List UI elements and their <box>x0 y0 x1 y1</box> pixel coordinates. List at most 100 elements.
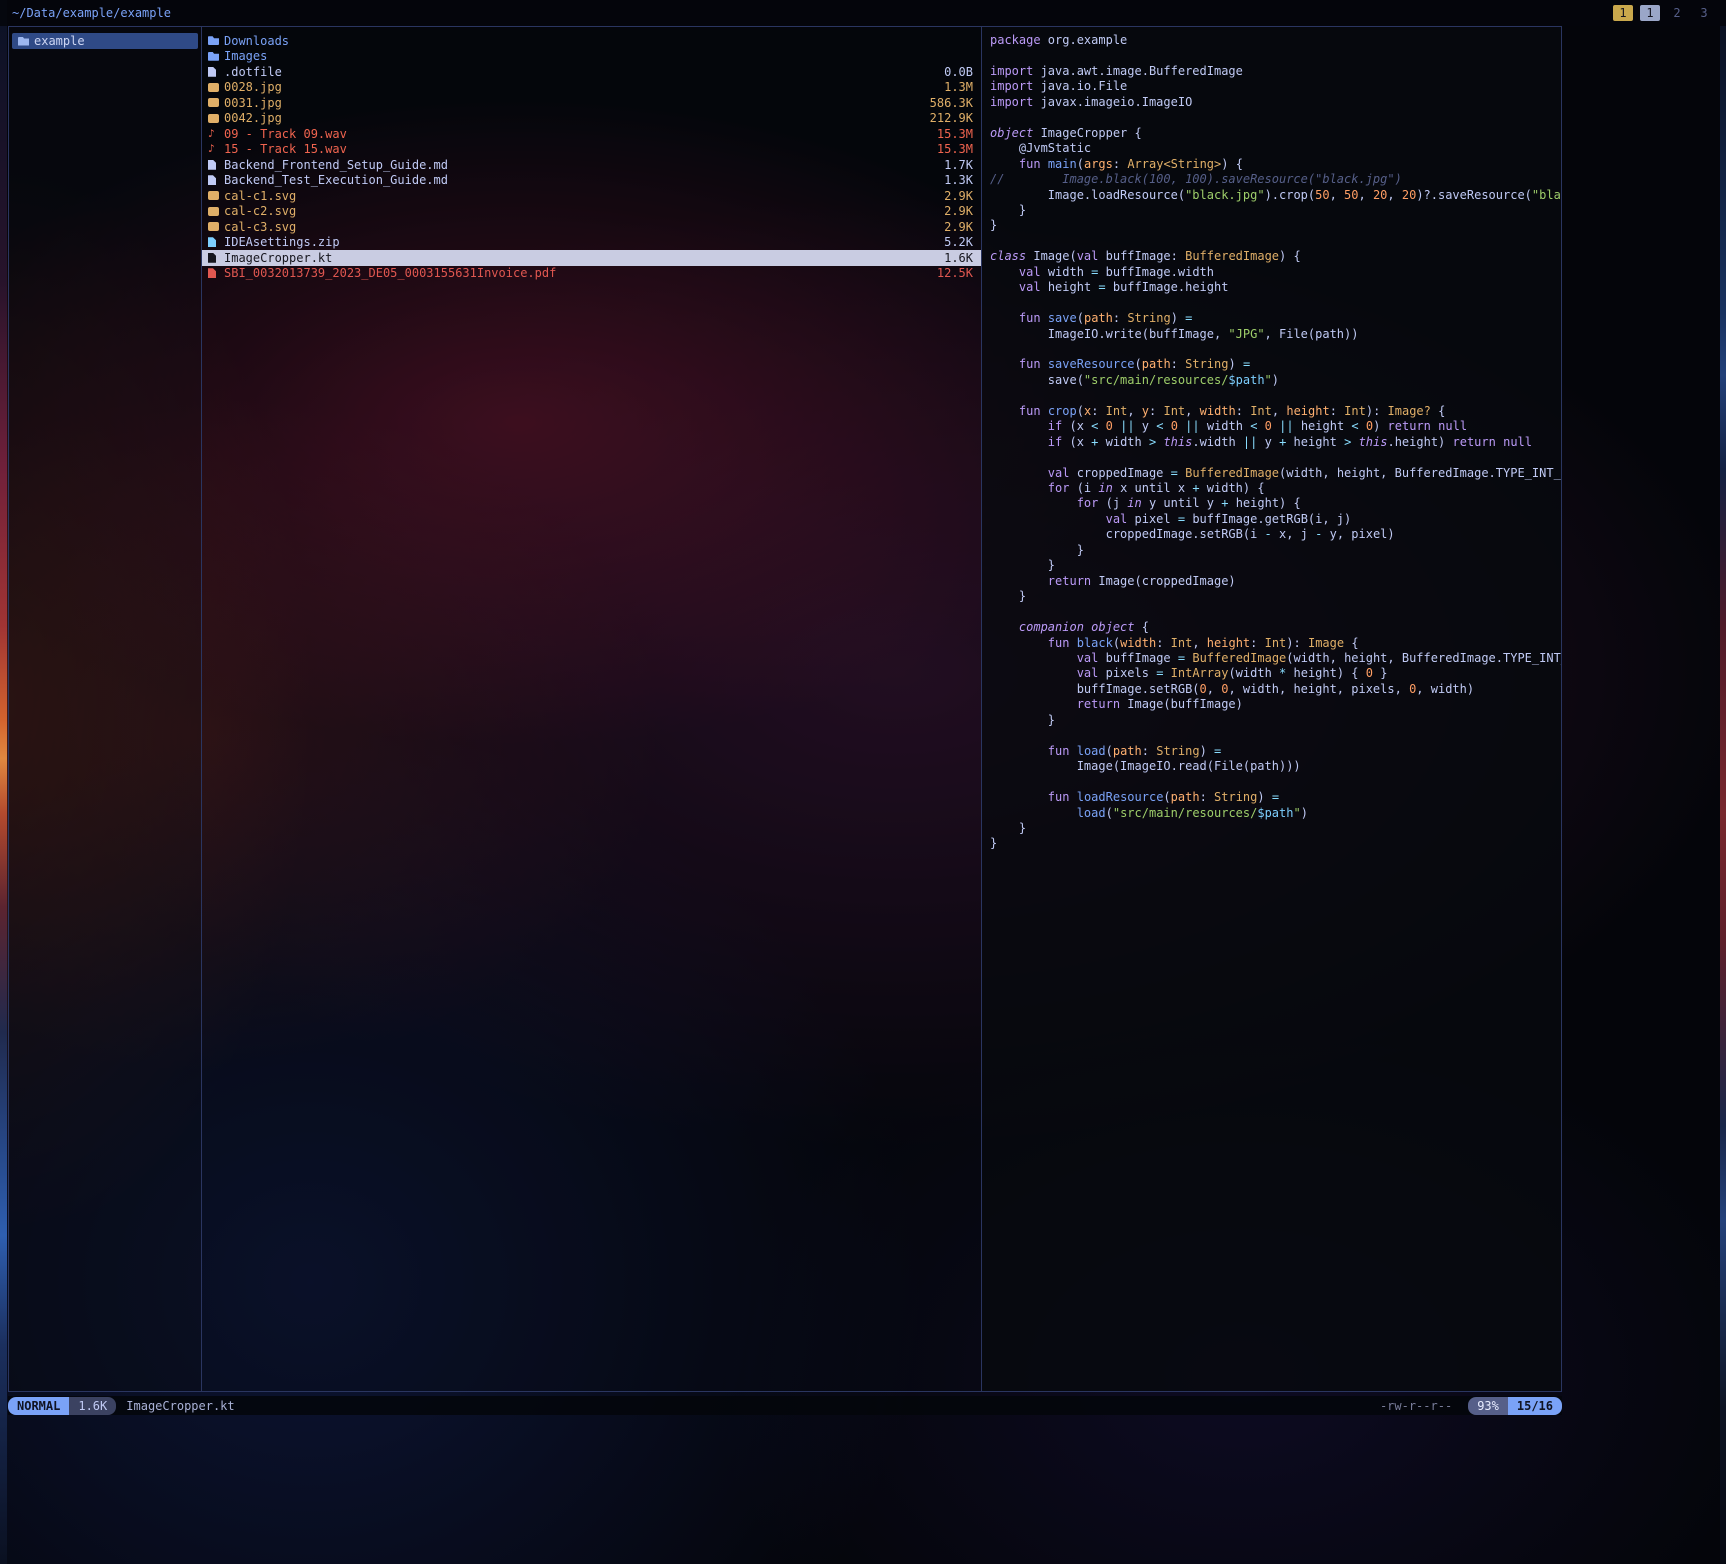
scroll-percent-badge: 93% <box>1468 1397 1508 1415</box>
file-row[interactable]: 0028.jpg 1.3M <box>202 80 981 96</box>
file-row[interactable]: Images <box>202 49 981 65</box>
code-line: return Image(buffImage) <box>990 697 1553 712</box>
code-preview: package org.example import java.awt.image… <box>990 33 1553 852</box>
parent-dir-name: example <box>34 34 192 48</box>
file-size: 1.6K <box>944 251 973 265</box>
folder-icon <box>208 52 224 61</box>
audio-icon <box>208 144 224 154</box>
code-line: fun save(path: String) = <box>990 311 1553 326</box>
code-line <box>990 296 1553 311</box>
file-manager-panels: example DownloadsImages.dotfile0.0B0028.… <box>8 26 1562 1392</box>
file-name: .dotfile <box>224 65 936 79</box>
code-line: val height = buffImage.height <box>990 280 1553 295</box>
code-line: import java.io.File <box>990 79 1553 94</box>
md-icon <box>208 175 224 185</box>
code-line: Image(ImageIO.read(File(path))) <box>990 759 1553 774</box>
file-row[interactable]: cal-c2.svg2.9K <box>202 204 981 220</box>
file-row[interactable]: 0031.jpg586.3K <box>202 95 981 111</box>
file-row[interactable]: cal-c1.svg2.9K <box>202 188 981 204</box>
file-row[interactable]: .dotfile0.0B <box>202 64 981 80</box>
code-line <box>990 605 1553 620</box>
file-size: 212.9K <box>930 111 973 125</box>
file-row[interactable]: 09 - Track 09.wav15.3M <box>202 126 981 142</box>
tab-1[interactable]: 1 <box>1613 5 1633 21</box>
status-filename: ImageCropper.kt <box>126 1399 234 1413</box>
code-line: if (x + width > this.width || y + height… <box>990 435 1553 450</box>
code-line: package org.example <box>990 33 1553 48</box>
code-line: fun crop(x: Int, y: Int, width: Int, hei… <box>990 404 1553 419</box>
file-size-badge: 1.6K <box>69 1397 116 1415</box>
file-size: 586.3K <box>930 96 973 110</box>
code-line: croppedImage.setRGB(i - x, j - y, pixel) <box>990 527 1553 542</box>
file-name: ImageCropper.kt <box>224 251 936 265</box>
image-icon <box>208 207 224 216</box>
file-row[interactable]: Downloads <box>202 33 981 49</box>
file-size: 2.9K <box>944 204 973 218</box>
zip-icon <box>208 237 224 247</box>
file-name: IDEAsettings.zip <box>224 235 936 249</box>
mode-badge: NORMAL <box>8 1397 69 1415</box>
code-line <box>990 388 1553 403</box>
file-row[interactable]: 15 - Track 15.wav 15.3M <box>202 142 981 158</box>
code-line: load("src/main/resources/$path") <box>990 806 1553 821</box>
parent-dir-item[interactable]: example <box>12 33 198 49</box>
preview-pane: package org.example import java.awt.image… <box>981 26 1562 1392</box>
file-row[interactable]: ImageCropper.kt 1.6K <box>202 250 981 266</box>
code-line: import javax.imageio.ImageIO <box>990 95 1553 110</box>
image-icon <box>208 83 224 92</box>
code-line <box>990 450 1553 465</box>
file-list: DownloadsImages.dotfile0.0B0028.jpg1.3M0… <box>202 33 981 281</box>
code-line: } <box>990 713 1553 728</box>
file-row[interactable]: Backend_Frontend_Setup_Guide.md1.7K <box>202 157 981 173</box>
code-line: } <box>990 558 1553 573</box>
code-icon <box>208 253 224 263</box>
file-name: Images <box>224 49 965 63</box>
code-line: save("src/main/resources/$path") <box>990 373 1553 388</box>
code-line: buffImage.setRGB(0, 0, width, height, pi… <box>990 682 1553 697</box>
code-line: for (i in x until x + width) { <box>990 481 1553 496</box>
current-dir-pane: DownloadsImages.dotfile0.0B0028.jpg1.3M0… <box>201 26 982 1392</box>
code-line: ImageIO.write(buffImage, "JPG", File(pat… <box>990 327 1553 342</box>
file-name: Backend_Test_Execution_Guide.md <box>224 173 936 187</box>
file-row[interactable]: IDEAsettings.zip 5.2K <box>202 235 981 251</box>
status-bar: NORMAL 1.6K ImageCropper.kt -rw-r--r-- 9… <box>8 1396 1562 1415</box>
code-line: for (j in y until y + height) { <box>990 496 1553 511</box>
tab-2[interactable]: 2 <box>1667 5 1687 21</box>
code-line: fun main(args: Array<String>) { <box>990 157 1553 172</box>
code-line: } <box>990 836 1553 851</box>
code-line: fun black(width: Int, height: Int): Imag… <box>990 636 1553 651</box>
file-row[interactable]: Backend_Test_Execution_Guide.md 1.3K <box>202 173 981 189</box>
file-size: 12.5K <box>937 266 973 280</box>
file-name: SBI_0032013739_2023_DE05_0003155631Invoi… <box>224 266 929 280</box>
code-line <box>990 48 1553 63</box>
file-name: 0028.jpg <box>224 80 936 94</box>
file-size: 5.2K <box>944 235 973 249</box>
wallpaper-right-edge <box>1720 0 1726 1564</box>
code-line: val width = buffImage.width <box>990 265 1553 280</box>
tab-3[interactable]: 3 <box>1694 5 1714 21</box>
file-size: 15.3M <box>937 142 973 156</box>
file-name: Downloads <box>224 34 965 48</box>
code-line: @JvmStatic <box>990 141 1553 156</box>
file-size: 15.3M <box>937 127 973 141</box>
file-size: 1.7K <box>944 158 973 172</box>
file-row[interactable]: cal-c3.svg2.9K <box>202 219 981 235</box>
code-line: } <box>990 821 1553 836</box>
folder-icon <box>18 37 34 46</box>
tab-1[interactable]: 1 <box>1640 5 1660 21</box>
file-row[interactable]: SBI_0032013739_2023_DE05_0003155631Invoi… <box>202 266 981 282</box>
code-line: object ImageCropper { <box>990 126 1553 141</box>
file-size: 2.9K <box>944 189 973 203</box>
file-name: 15 - Track 15.wav <box>224 142 929 156</box>
audio-icon <box>208 129 224 139</box>
file-size: 1.3K <box>944 173 973 187</box>
code-line: val pixel = buffImage.getRGB(i, j) <box>990 512 1553 527</box>
code-line: import java.awt.image.BufferedImage <box>990 64 1553 79</box>
code-line: val pixels = IntArray(width * height) { … <box>990 666 1553 681</box>
file-size: 1.3M <box>944 80 973 94</box>
code-line: return Image(croppedImage) <box>990 574 1553 589</box>
status-right-group: -rw-r--r-- 93% 15/16 <box>1380 1397 1562 1415</box>
file-row[interactable]: 0042.jpg212.9K <box>202 111 981 127</box>
code-line: fun saveResource(path: String) = <box>990 357 1553 372</box>
md-icon <box>208 160 224 170</box>
